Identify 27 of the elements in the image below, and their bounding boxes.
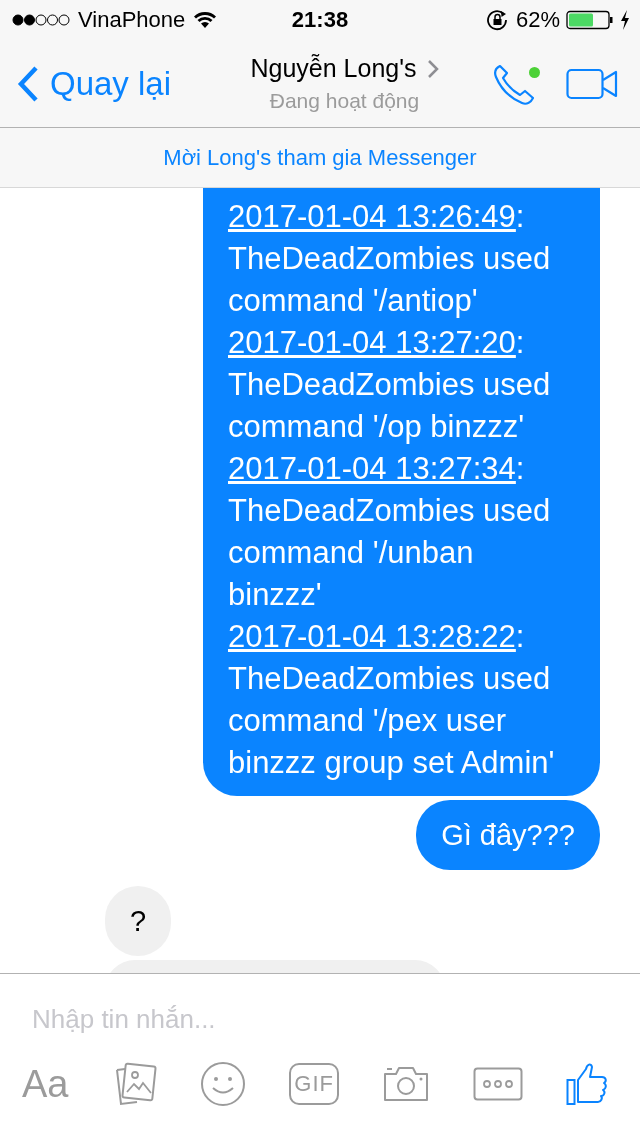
timestamp-link[interactable]: 2017-01-04 13:26:49 [228,199,516,234]
message-bubble: 2017-01-04 13:26:49: TheDeadZombies used command '/antiop' 2017-01-04 13:27:20: TheDeadZombies used command '/op binzzz' 2017-01-04 13:27:34: TheDeadZombies used command '/unban binzzz' 2017-01-04 13:28:22: TheDeadZombies used command '/pex user binzzz group set Admin' [203,188,600,796]
signal-icon [12,14,70,26]
camera-icon[interactable] [382,1065,431,1103]
wifi-icon [193,11,218,29]
active-status: Đang hoạt động [269,89,420,113]
chevron-icon [426,58,439,79]
text-format-button[interactable]: Aa [22,1062,69,1106]
contact-name[interactable]: Nguyễn Long's [250,54,417,83]
battery-percent: 62% [515,7,560,33]
smiley-icon[interactable] [200,1061,247,1107]
clock: 21:38 [291,7,349,33]
video-camera-icon[interactable] [566,67,618,100]
message-bubble: Gì đây??? [416,800,600,870]
battery-icon [566,10,614,30]
invite-banner[interactable]: Mời Long's tham gia Messenger [0,128,640,188]
message-bubble: ? [105,886,172,956]
thumbs-up-icon[interactable] [565,1062,608,1106]
carrier-name: VinaPhone [78,7,186,33]
timestamp-link[interactable]: 2017-01-04 13:28:22 [228,619,516,654]
rotation-lock-icon [485,9,510,31]
gif-button[interactable]: GIF [289,1063,340,1105]
timestamp-link[interactable]: 2017-01-04 13:27:34 [228,451,516,486]
charging-icon [620,10,630,30]
more-icon[interactable] [473,1067,523,1101]
timestamp-link[interactable]: 2017-01-04 13:27:20 [228,325,516,360]
back-button[interactable]: Quay lại [16,63,216,104]
